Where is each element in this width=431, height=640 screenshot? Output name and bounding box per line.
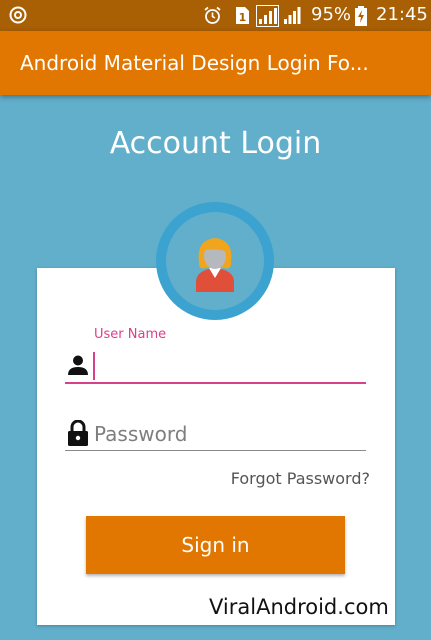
lock-icon xyxy=(68,420,88,446)
page-title: Account Login xyxy=(109,126,322,161)
avatar xyxy=(156,202,274,320)
user-avatar-icon xyxy=(196,238,234,292)
app-bar: Android Material Design Login Fo... xyxy=(0,31,431,95)
password-input[interactable] xyxy=(94,419,366,449)
watermark: ViralAndroid.com xyxy=(207,594,391,620)
battery-percent: 95% xyxy=(311,4,352,25)
clock: 21:45 xyxy=(376,4,428,25)
battery-charging-icon xyxy=(355,6,367,26)
sign-in-button[interactable]: Sign in xyxy=(86,516,345,574)
app-bar-title: Android Material Design Login Fo... xyxy=(20,51,369,75)
username-underline xyxy=(65,382,366,384)
username-label: User Name xyxy=(94,327,167,342)
password-underline xyxy=(65,450,366,451)
app-indicator-icon xyxy=(9,6,27,24)
status-bar: 1 95% 21:45 xyxy=(0,0,431,31)
user-icon xyxy=(68,355,88,375)
forgot-password-link[interactable]: Forgot Password? xyxy=(231,469,370,488)
text-cursor xyxy=(93,352,95,380)
alarm-icon xyxy=(204,6,221,24)
username-input[interactable] xyxy=(92,350,366,380)
sim-icon: 1 xyxy=(236,7,249,24)
svg-text:1: 1 xyxy=(239,11,247,24)
signal-icon xyxy=(284,7,301,24)
signal-icon xyxy=(256,5,279,27)
